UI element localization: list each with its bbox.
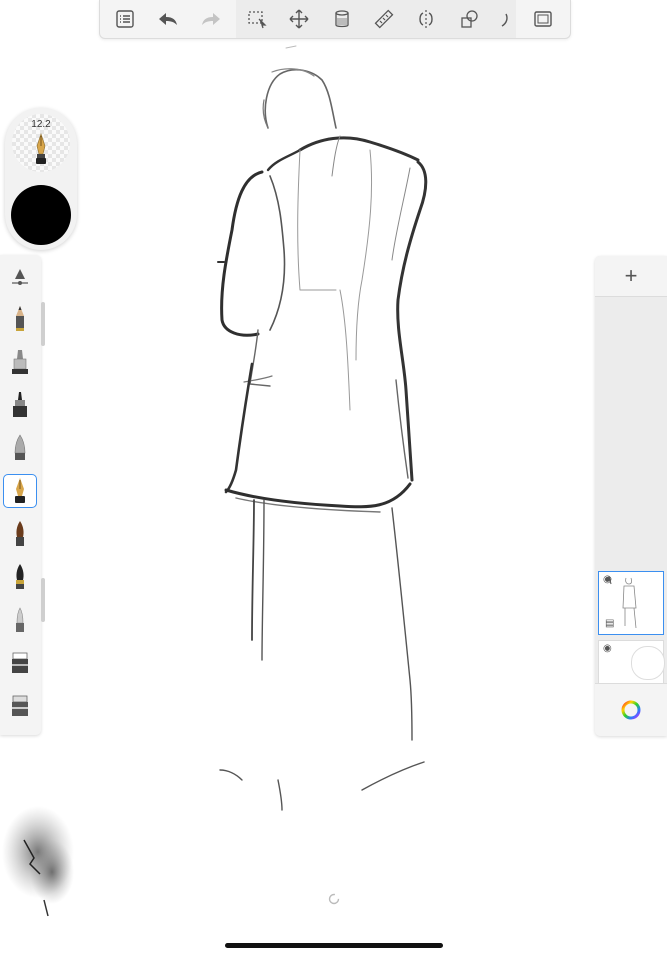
toolbar-right-group bbox=[516, 0, 570, 38]
transform-icon[interactable] bbox=[284, 4, 314, 34]
layer-panel: + ◉ ▤ ◉ bbox=[595, 256, 667, 736]
soft-brush-icon[interactable] bbox=[3, 603, 37, 637]
shapes-icon[interactable] bbox=[454, 4, 484, 34]
fullscreen-icon[interactable] bbox=[528, 4, 558, 34]
list-icon[interactable] bbox=[110, 4, 140, 34]
symmetry-icon[interactable] bbox=[411, 4, 441, 34]
ink-pen-brush-icon[interactable] bbox=[3, 474, 37, 508]
brush-palette bbox=[0, 255, 41, 735]
home-indicator[interactable] bbox=[225, 943, 443, 948]
fill-icon[interactable] bbox=[327, 4, 357, 34]
drawing-canvas[interactable] bbox=[0, 0, 667, 955]
pencil-icon[interactable] bbox=[3, 302, 37, 336]
eraser-icon[interactable] bbox=[3, 646, 37, 680]
undo-icon[interactable] bbox=[153, 4, 183, 34]
loading-spinner-icon bbox=[328, 893, 340, 905]
felt-pen-icon[interactable] bbox=[3, 388, 37, 422]
eye-icon[interactable]: ◉ bbox=[603, 574, 612, 585]
eye-icon[interactable]: ◉ bbox=[603, 643, 612, 654]
layer-sketch[interactable]: ◉ ▤ bbox=[598, 571, 664, 635]
marker-icon[interactable] bbox=[3, 345, 37, 379]
toolbar-left-group bbox=[100, 0, 236, 38]
add-layer-label: + bbox=[624, 263, 638, 288]
layer-background[interactable]: ◉ bbox=[598, 640, 665, 684]
brush-size-label: 12.2 bbox=[31, 119, 51, 130]
add-layer-button[interactable]: + bbox=[595, 256, 667, 297]
color-wheel-icon bbox=[621, 700, 641, 720]
layer-lock-icon[interactable]: ▤ bbox=[605, 618, 614, 629]
background-color-circle[interactable] bbox=[631, 646, 665, 680]
color-editor-button[interactable] bbox=[595, 683, 667, 736]
redo-icon[interactable] bbox=[196, 4, 226, 34]
more-tools-icon[interactable] bbox=[496, 4, 510, 34]
color-swatch[interactable] bbox=[11, 185, 71, 245]
ruler-icon[interactable] bbox=[369, 4, 399, 34]
palette-scroll-indicator-bottom[interactable] bbox=[41, 578, 45, 622]
texture-smudge bbox=[2, 806, 74, 917]
ink-pen-icon bbox=[36, 133, 46, 164]
brush-puck[interactable]: 12.2 bbox=[5, 108, 77, 250]
brush-preview[interactable]: 12.2 bbox=[12, 114, 70, 172]
brush-properties-icon[interactable] bbox=[3, 259, 37, 293]
palette-scroll-indicator-top[interactable] bbox=[41, 302, 45, 346]
airbrush-icon[interactable] bbox=[3, 431, 37, 465]
paint-brush-icon[interactable] bbox=[3, 517, 37, 551]
top-toolbar bbox=[99, 0, 571, 39]
selection-icon[interactable] bbox=[242, 4, 272, 34]
hard-eraser-icon[interactable] bbox=[3, 689, 37, 723]
toolbar-main-group bbox=[236, 0, 516, 38]
chisel-brush-icon[interactable] bbox=[3, 560, 37, 594]
